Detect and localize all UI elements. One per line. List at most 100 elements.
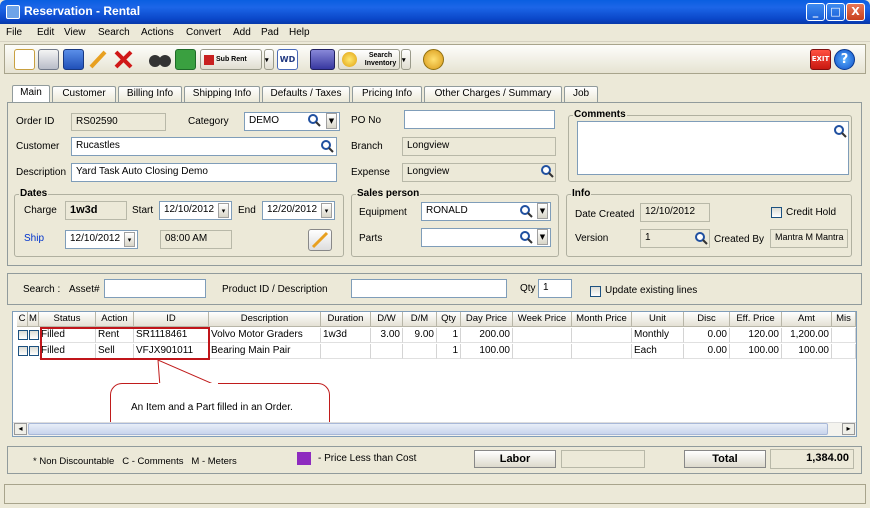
save-icon[interactable] (63, 49, 84, 70)
product-input[interactable] (351, 279, 507, 298)
cell-description[interactable]: Volvo Motor Graders (209, 328, 321, 343)
cell-week-price[interactable] (513, 328, 572, 343)
cell-duration[interactable]: 1w3d (321, 328, 371, 343)
maximize-button[interactable]: □ (826, 3, 845, 21)
cell-description[interactable]: Bearing Main Pair (209, 344, 321, 359)
sub-rent-dropdown[interactable]: ▾ (264, 49, 274, 70)
update-existing-checkbox[interactable] (590, 286, 601, 297)
delete-icon[interactable] (113, 49, 134, 70)
comments-search-icon[interactable] (833, 124, 847, 138)
cell-unit[interactable]: Each (632, 344, 684, 359)
cell-dm[interactable]: 9.00 (403, 328, 437, 343)
cell-qty[interactable]: 1 (437, 344, 461, 359)
cell-mis[interactable] (832, 328, 856, 343)
equipment-dropdown-icon[interactable]: ▼ (537, 203, 548, 219)
column-header-id[interactable]: ID (134, 312, 209, 327)
end-date-dropdown-icon[interactable]: ▾ (321, 203, 332, 218)
tab-customer[interactable]: Customer (52, 86, 116, 102)
column-header-qty[interactable]: Qty (437, 312, 461, 327)
row-comment-checkbox[interactable] (18, 330, 28, 340)
menu-add[interactable]: Add (233, 27, 251, 38)
ship-date-dropdown-icon[interactable]: ▾ (124, 232, 135, 247)
parts-search-icon[interactable] (519, 230, 533, 244)
cell-month-price[interactable] (572, 344, 632, 359)
help-button[interactable]: ? (834, 49, 855, 70)
column-header-amt[interactable]: Amt (782, 312, 832, 327)
labor-button[interactable]: Labor (474, 450, 556, 468)
cell-dw[interactable]: 3.00 (371, 328, 403, 343)
cell-qty[interactable]: 1 (437, 328, 461, 343)
cell-disc[interactable]: 0.00 (684, 344, 730, 359)
column-header-unit[interactable]: Unit (632, 312, 684, 327)
cell-duration[interactable] (321, 344, 371, 359)
start-date-dropdown-icon[interactable]: ▾ (218, 203, 229, 218)
column-header-mis[interactable]: Mis (832, 312, 856, 327)
column-header-m[interactable]: M (28, 312, 39, 327)
expense-search-icon[interactable] (540, 164, 554, 178)
tab-other-charges-summary[interactable]: Other Charges / Summary (424, 86, 562, 102)
column-header-disc[interactable]: Disc (684, 312, 730, 327)
minimize-button[interactable]: _ (806, 3, 825, 21)
new-document-icon[interactable] (14, 49, 35, 70)
tab-shipping-info[interactable]: Shipping Info (184, 86, 260, 102)
menu-search[interactable]: Search (98, 27, 130, 38)
po-no-field[interactable] (404, 110, 555, 129)
table-row[interactable] (17, 328, 39, 343)
category-dropdown-icon[interactable]: ▼ (326, 113, 337, 129)
calculator-icon[interactable] (175, 49, 196, 70)
cell-disc[interactable]: 0.00 (684, 328, 730, 343)
column-header-day-price[interactable]: Day Price (461, 312, 513, 327)
category-search-icon[interactable] (307, 113, 321, 127)
worker-helmet-icon[interactable] (423, 49, 444, 70)
menu-pad[interactable]: Pad (261, 27, 279, 38)
monitor-icon[interactable] (310, 49, 335, 70)
credit-hold-checkbox[interactable] (771, 207, 782, 218)
column-header-c[interactable]: C (17, 312, 28, 327)
scroll-right-arrow-icon[interactable]: ▸ (842, 423, 855, 435)
comments-textarea[interactable] (577, 121, 849, 175)
search-inventory-dropdown[interactable]: ▾ (401, 49, 411, 70)
cell-mis[interactable] (832, 344, 856, 359)
row-meter-checkbox[interactable] (29, 330, 39, 340)
version-search-icon[interactable] (694, 231, 708, 245)
scroll-left-arrow-icon[interactable]: ◂ (14, 423, 27, 435)
sub-rent-button[interactable]: Sub Rent (200, 49, 262, 70)
customer-search-icon[interactable] (320, 139, 334, 153)
cell-dm[interactable] (403, 344, 437, 359)
cell-amt[interactable]: 100.00 (782, 344, 832, 359)
menu-convert[interactable]: Convert (186, 27, 221, 38)
column-header-week-price[interactable]: Week Price (513, 312, 572, 327)
cell-dw[interactable] (371, 344, 403, 359)
cell-unit[interactable]: Monthly (632, 328, 684, 343)
menu-edit[interactable]: Edit (37, 27, 54, 38)
column-header-status[interactable]: Status (39, 312, 96, 327)
column-header-duration[interactable]: Duration (321, 312, 371, 327)
cell-amt[interactable]: 1,200.00 (782, 328, 832, 343)
tab-main[interactable]: Main (12, 85, 50, 103)
close-button[interactable]: X (846, 3, 865, 21)
tab-billing-info[interactable]: Billing Info (118, 86, 182, 102)
tab-pricing-info[interactable]: Pricing Info (352, 86, 422, 102)
scroll-thumb[interactable] (28, 423, 828, 435)
cell-month-price[interactable] (572, 328, 632, 343)
exit-button[interactable]: EXIT (810, 49, 831, 70)
column-header-dm[interactable]: D/M (403, 312, 437, 327)
column-header-description[interactable]: Description (209, 312, 321, 327)
column-header-action[interactable]: Action (96, 312, 134, 327)
cell-day-price[interactable]: 200.00 (461, 328, 513, 343)
column-header-eff-price[interactable]: Eff. Price (730, 312, 782, 327)
menu-file[interactable]: File (6, 27, 22, 38)
asset-input[interactable] (104, 279, 206, 298)
tab-job[interactable]: Job (564, 86, 598, 102)
cell-week-price[interactable] (513, 344, 572, 359)
menu-view[interactable]: View (64, 27, 86, 38)
qty-input[interactable]: 1 (538, 279, 572, 298)
row-meter-checkbox[interactable] (29, 346, 39, 356)
binoculars-icon[interactable] (148, 49, 172, 70)
cell-eff-price[interactable]: 100.00 (730, 344, 782, 359)
print-icon[interactable] (38, 49, 59, 70)
parts-dropdown-icon[interactable]: ▼ (537, 229, 548, 245)
cell-eff-price[interactable]: 120.00 (730, 328, 782, 343)
menu-help[interactable]: Help (289, 27, 310, 38)
equipment-search-icon[interactable] (519, 204, 533, 218)
